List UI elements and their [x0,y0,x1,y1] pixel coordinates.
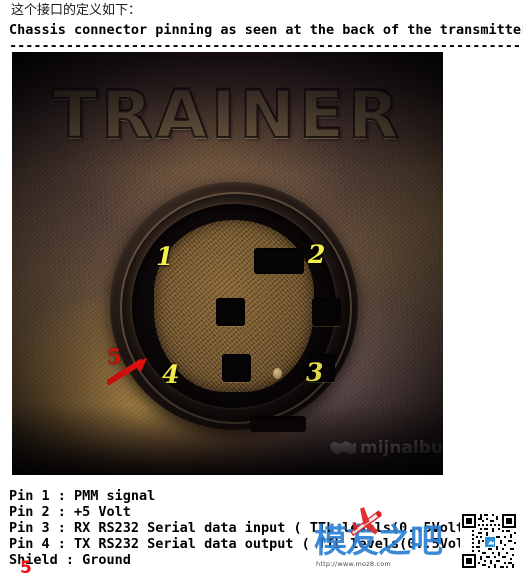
header-title: Chassis connector pinning as seen at the… [9,22,523,38]
photo-vignette [12,52,443,475]
header-block: Chassis connector pinning as seen at the… [9,22,523,54]
pinout-line-1: Pin 1 : PMM signal [9,488,156,504]
pinout-line-3: Pin 3 : RX RS232 Serial data input ( TTL… [9,520,465,536]
pinout-line-2: Pin 2 : +5 Volt [9,504,131,520]
trainer-connector-photo: TRAINER 1 2 3 4 5 mijnalbum.nl [12,52,443,475]
pinout-line-4: Pin 4 : TX RS232 Serial data output ( TT… [9,536,465,552]
qr-code [460,512,518,570]
pinout-line-5: Shield : Ground [9,552,131,568]
red-five-annotation: 5 [20,558,32,578]
intro-text: 这个接口的定义如下： [11,3,142,18]
pinout-list: Pin 1 : PMM signal Pin 2 : +5 Volt Pin 3… [9,488,464,568]
